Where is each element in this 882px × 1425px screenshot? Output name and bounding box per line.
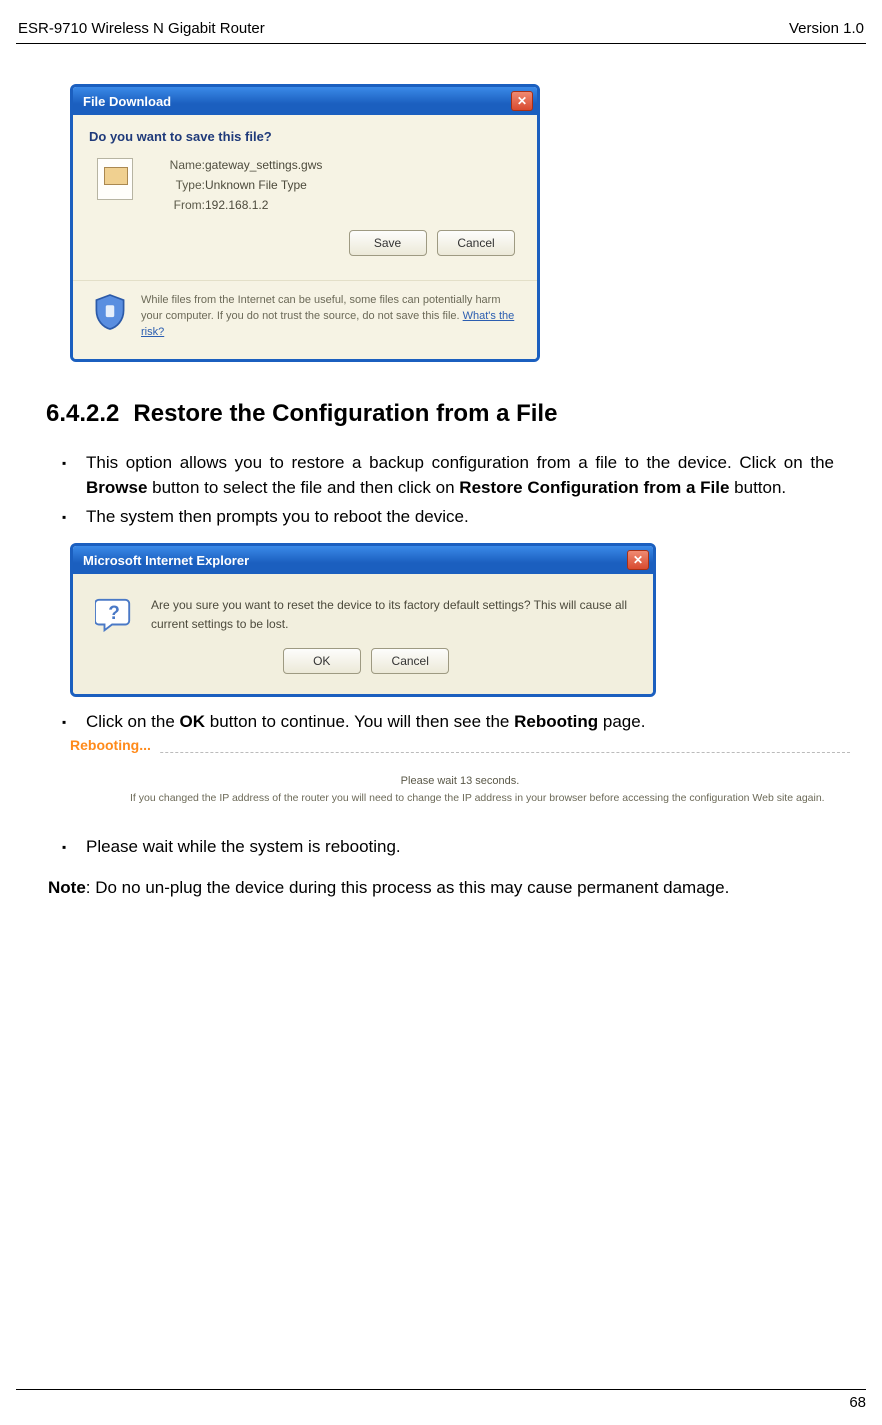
rebooting-note: If you changed the IP address of the rou… (70, 791, 850, 812)
file-download-warning: While files from the Internet can be use… (141, 293, 519, 341)
value-from: 192.168.1.2 (205, 198, 322, 212)
ie-titlebar: Microsoft Internet Explorer ✕ (73, 546, 653, 574)
ie-confirm-dialog: Microsoft Internet Explorer ✕ ? Are you … (70, 543, 656, 697)
doc-title-left: ESR-9710 Wireless N Gigabit Router (18, 20, 265, 37)
ok-button[interactable]: OK (283, 648, 361, 674)
ie-dialog-message: Are you sure you want to reset the devic… (151, 596, 631, 634)
label-name: Name: (149, 158, 205, 172)
damage-note: Note: Do no un-plug the device during th… (46, 873, 836, 900)
file-download-title: File Download (83, 94, 171, 109)
section-title: Restore the Configuration from a File (133, 400, 557, 427)
doc-title-right: Version 1.0 (789, 20, 864, 37)
list-item: Click on the OK button to continue. You … (86, 709, 834, 734)
shield-icon (93, 293, 127, 331)
close-icon[interactable]: ✕ (511, 91, 533, 111)
cancel-button[interactable]: Cancel (371, 648, 449, 674)
list-item: This option allows you to restore a back… (86, 450, 834, 500)
section-heading: 6.4.2.2 Restore the Configuration from a … (46, 400, 836, 428)
value-type: Unknown File Type (205, 178, 322, 192)
value-name: gateway_settings.gws (205, 158, 322, 172)
ie-dialog-title: Microsoft Internet Explorer (83, 553, 249, 568)
list-item: Please wait while the system is rebootin… (86, 834, 834, 859)
save-button[interactable]: Save (349, 230, 427, 256)
close-icon[interactable]: ✕ (627, 550, 649, 570)
label-type: Type: (149, 178, 205, 192)
file-download-question: Do you want to save this file? (73, 115, 537, 152)
file-download-titlebar: File Download ✕ (73, 87, 537, 115)
list-item: The system then prompts you to reboot th… (86, 504, 834, 529)
file-type-icon (97, 158, 133, 200)
file-download-dialog: File Download ✕ Do you want to save this… (70, 84, 540, 362)
label-from: From: (149, 198, 205, 212)
rebooting-wait: Please wait 13 seconds. (70, 775, 850, 787)
page-number: 68 (16, 1390, 866, 1411)
rebooting-title: Rebooting... (70, 737, 159, 753)
cancel-button[interactable]: Cancel (437, 230, 515, 256)
question-mark-icon: ? (95, 596, 133, 634)
svg-text:?: ? (108, 603, 120, 624)
rebooting-panel: Rebooting... Please wait 13 seconds. If … (70, 752, 850, 812)
section-number: 6.4.2.2 (46, 400, 119, 427)
